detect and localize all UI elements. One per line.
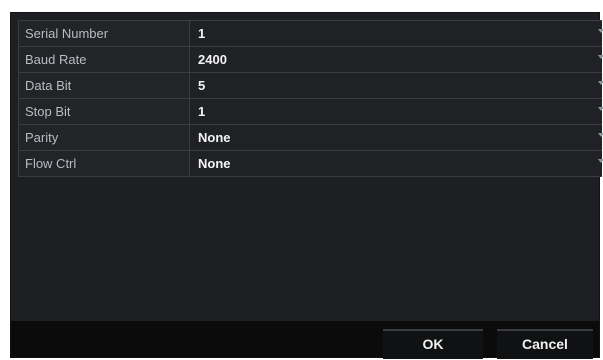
baud-rate-row: Baud Rate 2400: [18, 47, 603, 73]
parity-label: Parity: [18, 125, 190, 150]
stop-bit-value: 1: [198, 104, 206, 119]
flow-ctrl-label: Flow Ctrl: [18, 151, 190, 176]
flow-ctrl-value: None: [198, 156, 231, 171]
data-bit-select[interactable]: 5: [190, 73, 603, 98]
serial-number-label: Serial Number: [18, 21, 190, 46]
chevron-down-icon: [598, 133, 603, 137]
ok-button[interactable]: OK: [383, 329, 483, 359]
parity-value: None: [198, 130, 231, 145]
flow-ctrl-row: Flow Ctrl None: [18, 151, 603, 177]
data-bit-label: Data Bit: [18, 73, 190, 98]
stop-bit-label: Stop Bit: [18, 99, 190, 124]
serial-number-value: 1: [198, 26, 206, 41]
serial-settings-panel: Serial Number 1 Baud Rate 2400 Data Bit …: [10, 12, 603, 359]
serial-settings-table: Serial Number 1 Baud Rate 2400 Data Bit …: [18, 20, 603, 177]
data-bit-value: 5: [198, 78, 206, 93]
chevron-down-icon: [598, 159, 603, 163]
baud-rate-label: Baud Rate: [18, 47, 190, 72]
baud-rate-value: 2400: [198, 52, 227, 67]
chevron-down-icon: [598, 81, 603, 85]
window: Serial Number 1 Baud Rate 2400 Data Bit …: [0, 0, 603, 360]
parity-select[interactable]: None: [190, 125, 603, 150]
chevron-down-icon: [598, 55, 603, 59]
data-bit-row: Data Bit 5: [18, 73, 603, 99]
serial-number-row: Serial Number 1: [18, 20, 603, 47]
parity-row: Parity None: [18, 125, 603, 151]
action-footer: OK Cancel: [11, 321, 599, 359]
stop-bit-row: Stop Bit 1: [18, 99, 603, 125]
baud-rate-select[interactable]: 2400: [190, 47, 603, 72]
flow-ctrl-select[interactable]: None: [190, 151, 603, 176]
serial-number-select[interactable]: 1: [190, 21, 603, 46]
chevron-down-icon: [598, 29, 603, 33]
chevron-down-icon: [598, 107, 603, 111]
stop-bit-select[interactable]: 1: [190, 99, 603, 124]
cancel-button[interactable]: Cancel: [497, 329, 593, 359]
